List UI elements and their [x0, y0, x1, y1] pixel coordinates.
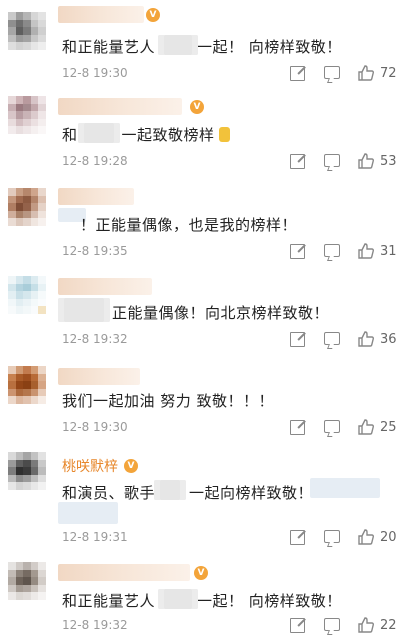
redaction-mosaic [158, 589, 198, 609]
like-count: 31 [380, 244, 397, 259]
username-redacted[interactable] [58, 278, 152, 295]
redaction-mosaic [310, 478, 380, 498]
share-icon[interactable] [290, 530, 305, 545]
avatar[interactable] [8, 12, 46, 50]
like-count: 25 [380, 420, 397, 435]
like-count: 53 [380, 154, 397, 169]
like-icon[interactable] [358, 65, 374, 81]
avatar[interactable] [8, 96, 46, 134]
vip-badge-icon: V [190, 100, 204, 114]
comment-text: 和正能量艺人 一起！ 向榜样致敬！ [62, 592, 342, 610]
like-icon[interactable] [358, 331, 374, 347]
comment-item: ！正能量偶像，也是我的榜样！ 12-8 19:35 31 [0, 182, 407, 268]
comment-icon[interactable] [324, 332, 340, 345]
thumbs-up-emoji [218, 127, 230, 142]
comment-icon[interactable] [324, 530, 340, 543]
avatar[interactable] [8, 366, 46, 404]
username-redacted[interactable] [58, 98, 182, 115]
username[interactable]: 桃咲默梓 [62, 456, 118, 476]
share-icon[interactable] [290, 66, 305, 81]
vip-badge-icon: V [194, 566, 208, 580]
timestamp: 12-8 19:30 [62, 420, 128, 434]
vip-badge-icon: V [124, 459, 138, 473]
share-icon[interactable] [290, 154, 305, 169]
share-icon[interactable] [290, 244, 305, 259]
comment-item: V 和正能量艺人 一起！ 向榜样致敬！ 12-8 19:32 22 [0, 554, 407, 639]
comment-text: 正能量偶像！向北京榜样致敬！ [112, 304, 330, 322]
timestamp: 12-8 19:31 [62, 530, 128, 544]
avatar[interactable] [8, 452, 46, 490]
comment-item: V 和正能量艺人 一起！ 向榜样致敬！ 12-8 19:30 72 [0, 0, 407, 90]
username-redacted[interactable] [58, 188, 134, 205]
username-redacted[interactable] [58, 564, 190, 581]
comment-icon[interactable] [324, 618, 340, 631]
share-icon[interactable] [290, 420, 305, 435]
comment-text: 和演员、歌手 一起向榜样致敬！ [62, 484, 314, 502]
redaction-mosaic [58, 502, 118, 524]
comment-icon[interactable] [324, 244, 340, 257]
timestamp: 12-8 19:32 [62, 332, 128, 346]
username-redacted[interactable] [58, 368, 140, 385]
comment-text: 我们一起加油 努力 致敬！！！ [62, 392, 275, 410]
avatar[interactable] [8, 188, 46, 226]
avatar[interactable] [8, 276, 46, 314]
comment-item: V 和一起致敬榜样 12-8 19:28 53 [0, 90, 407, 182]
like-count: 36 [380, 332, 397, 347]
like-icon[interactable] [358, 617, 374, 633]
comment-text: 和正能量艺人 一起！ 向榜样致敬！ [62, 38, 342, 56]
like-icon[interactable] [358, 243, 374, 259]
username-redacted[interactable] [58, 6, 144, 23]
comment-item: 正能量偶像！向北京榜样致敬！ 12-8 19:32 36 [0, 268, 407, 356]
timestamp: 12-8 19:35 [62, 244, 128, 258]
comment-icon[interactable] [324, 66, 340, 79]
comment-item: 桃咲默梓 V 和演员、歌手 一起向榜样致敬！ 12-8 19:31 20 [0, 442, 407, 550]
timestamp: 12-8 19:32 [62, 618, 128, 632]
share-icon[interactable] [290, 332, 305, 347]
timestamp: 12-8 19:30 [62, 66, 128, 80]
like-count: 22 [380, 618, 397, 633]
redaction-mosaic [58, 298, 110, 322]
avatar[interactable] [8, 562, 46, 600]
comment-icon[interactable] [324, 420, 340, 433]
redaction-mosaic [158, 35, 198, 55]
like-icon[interactable] [358, 529, 374, 545]
vip-badge-icon: V [146, 8, 160, 22]
comment-text: ！正能量偶像，也是我的榜样！ [80, 216, 298, 234]
redaction-mosaic [154, 480, 186, 500]
comment-icon[interactable] [324, 154, 340, 167]
like-icon[interactable] [358, 419, 374, 435]
timestamp: 12-8 19:28 [62, 154, 128, 168]
like-count: 72 [380, 66, 397, 81]
like-count: 20 [380, 530, 397, 545]
share-icon[interactable] [290, 618, 305, 633]
comment-item: 我们一起加油 努力 致敬！！！ 12-8 19:30 25 [0, 356, 407, 442]
redaction-mosaic [78, 123, 120, 143]
like-icon[interactable] [358, 153, 374, 169]
